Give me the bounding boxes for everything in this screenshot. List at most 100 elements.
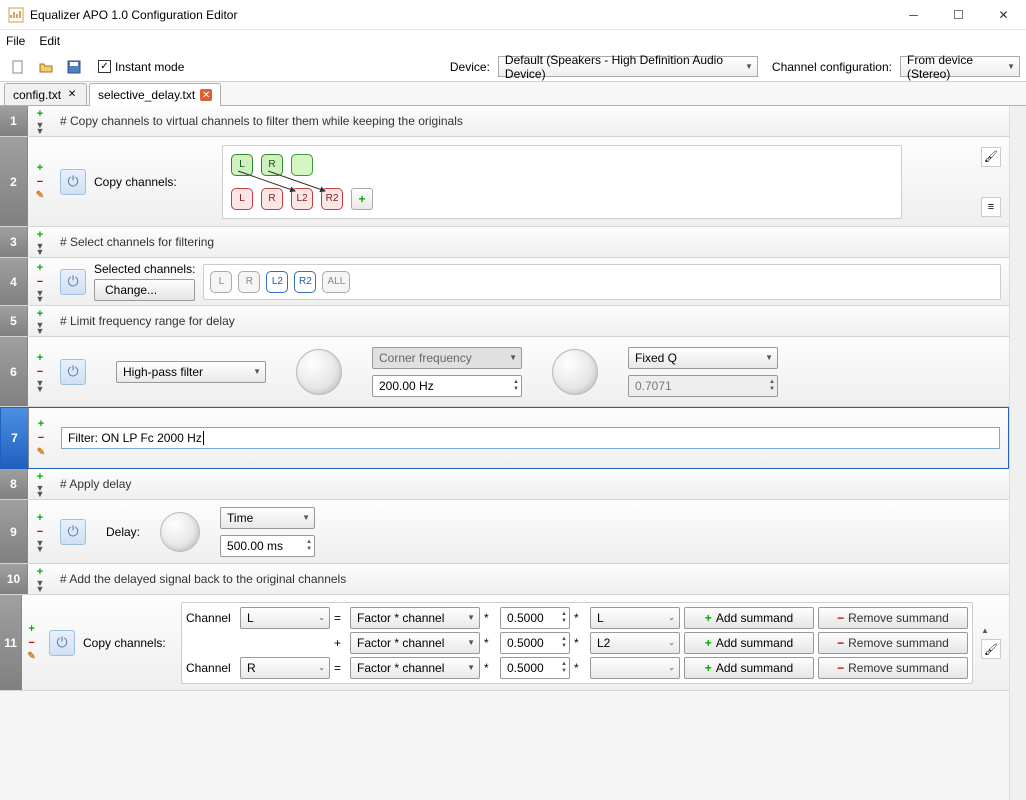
chip-L[interactable]: L	[210, 271, 232, 293]
remove-summand-button[interactable]: −Remove summand	[818, 657, 968, 679]
tab-selective-delay[interactable]: selective_delay.txt✕	[89, 83, 221, 106]
power-button[interactable]: ⏻	[49, 630, 75, 656]
chevron-down-icon: ▼	[745, 62, 753, 71]
selected-channels: L R L2 R2 ALL	[203, 264, 1001, 300]
remove-icon[interactable]: −	[33, 366, 47, 378]
add-icon[interactable]: +	[25, 623, 39, 635]
factor-input[interactable]: 0.5000▲▼	[500, 632, 570, 654]
row-3: 3 +▼▼ # Select channels for filtering	[0, 227, 1009, 258]
channel-select[interactable]: L⌄	[240, 607, 330, 629]
add-summand-button[interactable]: +Add summand	[684, 607, 814, 629]
expand-icon[interactable]: ▼▼	[33, 540, 47, 552]
power-button[interactable]: ⏻	[60, 269, 86, 295]
expand-icon[interactable]: ▼▼	[33, 485, 47, 497]
factor-select[interactable]: Factor * channel▼	[350, 657, 480, 679]
device-label: Device:	[450, 60, 490, 74]
gain-knob[interactable]	[296, 349, 342, 395]
new-file-button[interactable]	[6, 55, 30, 79]
tab-close-icon[interactable]: ✕	[66, 89, 78, 101]
freq-knob[interactable]	[552, 349, 598, 395]
delay-value-input[interactable]: 500.00 ms▲▼	[220, 535, 315, 557]
device-combo[interactable]: Default (Speakers - High Definition Audi…	[498, 56, 758, 77]
factor-input[interactable]: 0.5000▲▼	[500, 607, 570, 629]
add-channel-button[interactable]: +	[351, 188, 373, 210]
filter-text-input[interactable]: Filter: ON LP Fc 2000 Hz	[61, 427, 1000, 449]
freq-input[interactable]: 200.00 Hz▲▼	[372, 375, 522, 397]
channel-R-out[interactable]: R	[261, 188, 283, 210]
add-icon[interactable]: +	[33, 229, 47, 241]
window-title: Equalizer APO 1.0 Configuration Editor	[30, 8, 891, 22]
remove-icon[interactable]: −	[33, 276, 47, 288]
add-icon[interactable]: +	[33, 512, 47, 524]
source-select[interactable]: ⌄	[590, 657, 680, 679]
expand-icon[interactable]: ▼▼	[33, 122, 47, 134]
remove-summand-button[interactable]: −Remove summand	[818, 607, 968, 629]
maximize-button[interactable]: ☐	[936, 0, 981, 29]
tab-close-icon[interactable]: ✕	[200, 89, 212, 101]
power-button[interactable]: ⏻	[60, 359, 86, 385]
add-summand-button[interactable]: +Add summand	[684, 657, 814, 679]
expand-icon[interactable]: ▼▼	[33, 322, 47, 334]
add-icon[interactable]: +	[33, 262, 47, 274]
add-icon[interactable]: +	[33, 108, 47, 120]
expand-icon[interactable]: ▼▼	[33, 380, 47, 392]
channel-L2-out[interactable]: L2	[291, 188, 313, 210]
save-file-button[interactable]	[62, 55, 86, 79]
channel-select[interactable]: R⌄	[240, 657, 330, 679]
source-select[interactable]: L⌄	[590, 607, 680, 629]
remove-icon[interactable]: −	[25, 637, 39, 649]
factor-input[interactable]: 0.5000▲▼	[500, 657, 570, 679]
list-icon[interactable]: ≡	[981, 197, 1001, 217]
chip-L2[interactable]: L2	[266, 271, 288, 293]
factor-select[interactable]: Factor * channel▼	[350, 607, 480, 629]
expand-icon[interactable]: ▼▼	[33, 290, 47, 302]
power-button[interactable]: ⏻	[60, 519, 86, 545]
q-type-select[interactable]: Fixed Q▼	[628, 347, 778, 369]
chip-R[interactable]: R	[238, 271, 260, 293]
add-icon[interactable]: +	[34, 418, 48, 430]
chip-ALL[interactable]: ALL	[322, 271, 350, 293]
add-icon[interactable]: +	[33, 566, 47, 578]
brush-icon[interactable]: 🖌	[981, 639, 1001, 659]
delay-knob[interactable]	[160, 512, 200, 552]
edit-icon[interactable]: ✎	[33, 190, 47, 202]
edit-icon[interactable]: ✎	[25, 651, 39, 663]
open-file-button[interactable]	[34, 55, 58, 79]
add-icon[interactable]: +	[33, 471, 47, 483]
edit-icon[interactable]: ✎	[34, 446, 48, 458]
expand-icon[interactable]: ▼▼	[33, 243, 47, 255]
chip-R2[interactable]: R2	[294, 271, 316, 293]
power-button[interactable]: ⏻	[60, 169, 86, 195]
channel-R[interactable]: R	[261, 154, 283, 176]
channel-blank[interactable]	[291, 154, 313, 176]
filter-type-select[interactable]: High-pass filter▼	[116, 361, 266, 383]
menu-edit[interactable]: Edit	[39, 34, 60, 48]
channel-map: L R L R L2 R2 +	[222, 145, 902, 219]
close-button[interactable]: ✕	[981, 0, 1026, 29]
source-select[interactable]: L2⌄	[590, 632, 680, 654]
remove-icon[interactable]: −	[34, 432, 48, 444]
expand-icon[interactable]: ▼▼	[33, 580, 47, 592]
remove-icon[interactable]: −	[33, 176, 47, 188]
brush-icon[interactable]: 🖌	[981, 147, 1001, 167]
chancfg-combo[interactable]: From device (Stereo)▼	[900, 56, 1020, 77]
tab-config[interactable]: config.txt✕	[4, 83, 87, 105]
menu-file[interactable]: File	[6, 34, 25, 48]
minimize-button[interactable]: ─	[891, 0, 936, 29]
remove-summand-button[interactable]: −Remove summand	[818, 632, 968, 654]
channel-R2-out[interactable]: R2	[321, 188, 343, 210]
vertical-scrollbar[interactable]	[1009, 106, 1026, 800]
row-9: 9 +−▼▼ ⏻ Delay: Time▼ 500.00 ms▲▼	[0, 500, 1009, 564]
add-icon[interactable]: +	[33, 308, 47, 320]
add-icon[interactable]: +	[33, 352, 47, 364]
change-button[interactable]: Change...	[94, 279, 195, 301]
remove-icon[interactable]: −	[33, 526, 47, 538]
channel-L-out[interactable]: L	[231, 188, 253, 210]
add-icon[interactable]: +	[33, 162, 47, 174]
instant-mode-checkbox[interactable]: ✓ Instant mode	[98, 60, 184, 74]
factor-select[interactable]: Factor * channel▼	[350, 632, 480, 654]
channel-L[interactable]: L	[231, 154, 253, 176]
scroll-up-icon[interactable]: ▲	[981, 626, 1001, 635]
delay-mode-select[interactable]: Time▼	[220, 507, 315, 529]
add-summand-button[interactable]: +Add summand	[684, 632, 814, 654]
